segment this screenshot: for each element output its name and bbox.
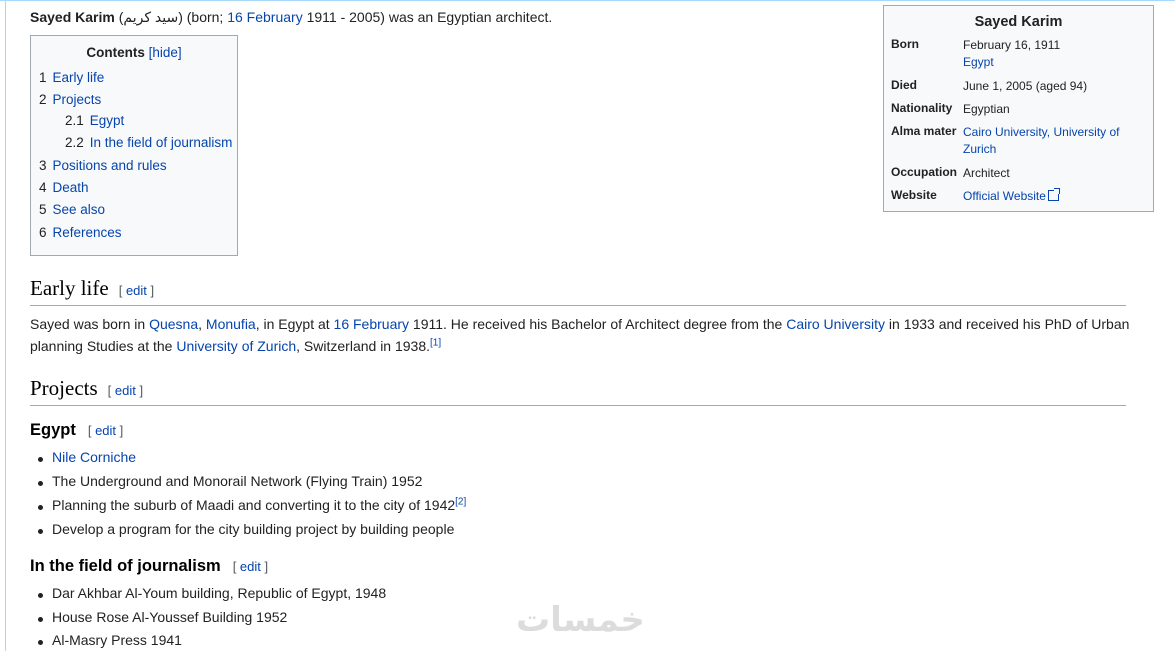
edit-journalism-link[interactable]: edit	[240, 559, 261, 574]
arabic-name: (سيد كريم)	[118, 9, 183, 25]
toc-item-egypt[interactable]: 2.1 Egypt	[65, 113, 124, 128]
lead-rest: 1911 - 2005) was an Egyptian architect.	[306, 9, 553, 25]
toc-item-projects[interactable]: 2 Projects	[39, 92, 101, 107]
born-date-link[interactable]: 16 February	[227, 9, 302, 25]
toc-item-journalism[interactable]: 2.2 In the field of journalism	[65, 135, 232, 150]
nile-corniche-link[interactable]: Nile Corniche	[52, 449, 136, 465]
list-item: House Rose Al-Youssef Building 1952	[37, 609, 288, 625]
university-of-zurich-link[interactable]: University of Zurich	[176, 338, 296, 354]
watermark-logo: خمسات	[516, 601, 645, 639]
born-place-link[interactable]: Egypt	[963, 55, 994, 69]
toc-hide-link[interactable]: [hide]	[149, 45, 182, 60]
toc-item-positions[interactable]: 3 Positions and rules	[39, 158, 167, 173]
subsection-heading-egypt: Egypt[ edit ]	[30, 421, 124, 439]
edit-early-life-link[interactable]: edit	[126, 283, 147, 298]
subject-name: Sayed Karim	[30, 9, 115, 25]
cairo-university-link[interactable]: Cairo University	[786, 316, 885, 332]
toc-item-references[interactable]: 6 References	[39, 225, 122, 240]
toc-item-see-also[interactable]: 5 See also	[39, 202, 105, 217]
list-item: The Underground and Monorail Network (Fl…	[37, 473, 423, 489]
list-item: Al-Masry Press 1941	[38, 632, 182, 648]
infobox-title: Sayed Karim	[974, 14, 1063, 30]
toc-item-early-life[interactable]: 1 Early life	[39, 70, 104, 85]
lead-paragraph: Sayed Karim (سيد كريم) (born; 16 Februar…	[30, 7, 552, 27]
alma-cairo-link[interactable]: Cairo University,	[963, 125, 1050, 139]
page-left-border	[5, 0, 6, 651]
table-of-contents: Contents [hide] 1 Early life 2 Projects 2.…	[30, 35, 238, 256]
list-item: Dar Akhbar Al-Youm building, Republic of…	[37, 585, 387, 601]
list-item: Planning the suburb of Maadi and convert…	[37, 496, 467, 513]
date-link[interactable]: 16 February	[334, 316, 409, 332]
quesna-link[interactable]: Quesna	[149, 316, 198, 332]
born-date: February 16, 1911	[963, 38, 1061, 52]
official-website-link[interactable]: Official Website	[963, 189, 1046, 203]
subsection-heading-journalism: In the field of journalism[ edit ]	[30, 557, 269, 575]
list-item: Develop a program for the city building …	[37, 521, 455, 537]
list-item: Nile Corniche	[37, 449, 136, 465]
monufia-link[interactable]: Monufia	[206, 316, 256, 332]
section-heading-early-life: Early life[ edit ]	[30, 276, 1126, 306]
toc-title: Contents [hide]	[86, 45, 182, 60]
toc-item-death[interactable]: 4 Death	[39, 180, 89, 195]
infobox: Sayed Karim Born February 16, 1911 Egypt…	[883, 5, 1154, 212]
page-top-border	[0, 0, 1175, 1]
born-prefix: (born;	[186, 9, 224, 25]
external-link-icon	[1047, 188, 1060, 201]
reference-2-link[interactable]: [2]	[455, 496, 466, 507]
section-heading-projects: Projects[ edit ]	[30, 376, 1126, 406]
edit-projects-link[interactable]: edit	[115, 383, 136, 398]
reference-1-link[interactable]: [1]	[430, 337, 441, 348]
edit-egypt-link[interactable]: edit	[95, 423, 116, 438]
early-life-paragraph: Sayed was born in Quesna, Monufia, in Eg…	[30, 316, 1130, 354]
